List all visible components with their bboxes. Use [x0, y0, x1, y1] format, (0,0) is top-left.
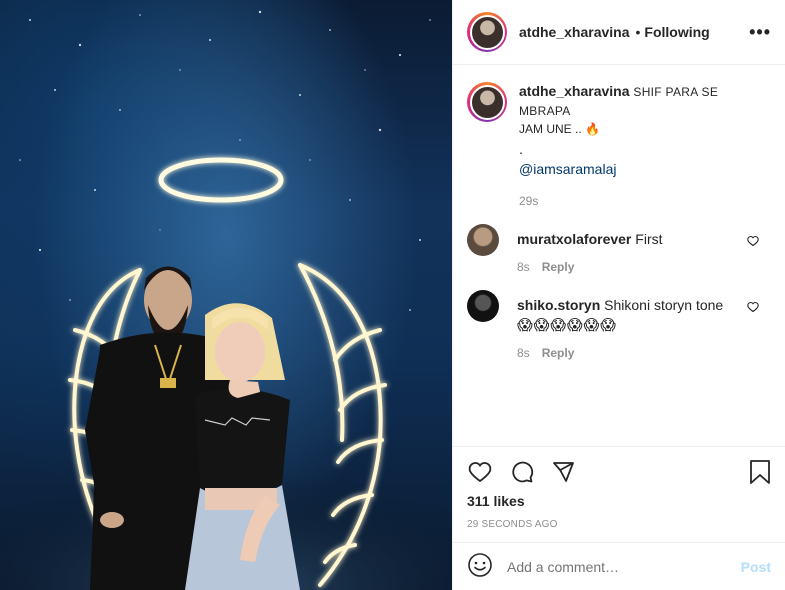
- comment-body: muratxolaforever First 8s Reply: [517, 230, 771, 274]
- following-button[interactable]: Following: [644, 24, 709, 40]
- reply-button[interactable]: Reply: [542, 346, 575, 360]
- like-heart-icon[interactable]: [467, 460, 493, 484]
- fire-emoji: 🔥: [585, 122, 600, 136]
- comment-meta: 8s Reply: [517, 346, 771, 360]
- comment-content: Shikoni storyn tone: [604, 297, 724, 313]
- comment-item: shiko.storyn Shikoni storyn tone 😱😱😱😱😱😱 …: [467, 290, 771, 360]
- post-timestamp[interactable]: 29 SECONDS AGO: [467, 519, 771, 530]
- comment-time[interactable]: 8s: [517, 260, 530, 274]
- comment-username[interactable]: shiko.storyn: [517, 297, 600, 313]
- post-header: atdhe_xharavina • Following •••: [453, 0, 785, 65]
- post-photo[interactable]: [0, 0, 452, 590]
- caption-time[interactable]: 29s: [519, 194, 771, 208]
- caption: atdhe_xharavina SHIF PARA SE MBRAPA JAM …: [467, 82, 771, 208]
- author-avatar[interactable]: [467, 12, 507, 52]
- comment-emojis: 😱😱😱😱😱😱: [517, 317, 617, 334]
- comment-text: muratxolaforever First: [517, 230, 771, 248]
- photo-illustration: [0, 10, 452, 590]
- caption-line-2: JAM UNE ..: [519, 122, 582, 136]
- commenter-avatar[interactable]: [467, 290, 499, 322]
- caption-username[interactable]: atdhe_xharavina: [519, 83, 630, 99]
- add-comment-input[interactable]: [507, 558, 741, 575]
- post-side-panel: atdhe_xharavina • Following ••• atdhe_xh…: [452, 0, 785, 590]
- comment-bubble-icon[interactable]: [509, 460, 535, 484]
- caption-body: atdhe_xharavina SHIF PARA SE MBRAPA JAM …: [519, 82, 771, 208]
- comment-body: shiko.storyn Shikoni storyn tone 😱😱😱😱😱😱 …: [517, 296, 771, 360]
- header-separator: •: [635, 24, 641, 40]
- commenter-avatar[interactable]: [467, 224, 499, 256]
- post-actions-section: 311 likes 29 SECONDS AGO: [453, 446, 785, 530]
- comments-section[interactable]: atdhe_xharavina SHIF PARA SE MBRAPA JAM …: [453, 66, 785, 446]
- share-send-icon[interactable]: [551, 460, 575, 484]
- comment-time[interactable]: 8s: [517, 346, 530, 360]
- caption-author-avatar[interactable]: [467, 82, 507, 122]
- comment-like-heart-icon[interactable]: [747, 300, 759, 316]
- bookmark-save-icon[interactable]: [749, 459, 771, 485]
- comment-item: muratxolaforever First 8s Reply: [467, 224, 771, 274]
- caption-mention-link[interactable]: @iamsaramalaj: [519, 160, 771, 178]
- author-avatar-image: [469, 14, 505, 50]
- reply-button[interactable]: Reply: [542, 260, 575, 274]
- comment-meta: 8s Reply: [517, 260, 771, 274]
- comment-like-heart-icon[interactable]: [747, 234, 759, 250]
- likes-count[interactable]: 311 likes: [467, 493, 771, 509]
- caption-line-2-row: JAM UNE .. 🔥: [519, 120, 771, 138]
- caption-text: atdhe_xharavina SHIF PARA SE MBRAPA: [519, 82, 771, 120]
- add-comment-bar: Post: [453, 542, 785, 590]
- instagram-post-modal: atdhe_xharavina • Following ••• atdhe_xh…: [0, 0, 785, 590]
- emoji-smiley-icon[interactable]: [467, 552, 493, 581]
- comment-text: shiko.storyn Shikoni storyn tone: [517, 296, 771, 314]
- caption-dot-line: .: [519, 141, 523, 157]
- more-horizontal-icon[interactable]: •••: [749, 22, 771, 43]
- caption-author-avatar-image: [469, 84, 505, 120]
- action-bar: [467, 447, 771, 497]
- comment-username[interactable]: muratxolaforever: [517, 231, 631, 247]
- post-comment-button[interactable]: Post: [741, 559, 771, 575]
- comment-content: First: [635, 231, 663, 247]
- author-username[interactable]: atdhe_xharavina: [519, 24, 630, 40]
